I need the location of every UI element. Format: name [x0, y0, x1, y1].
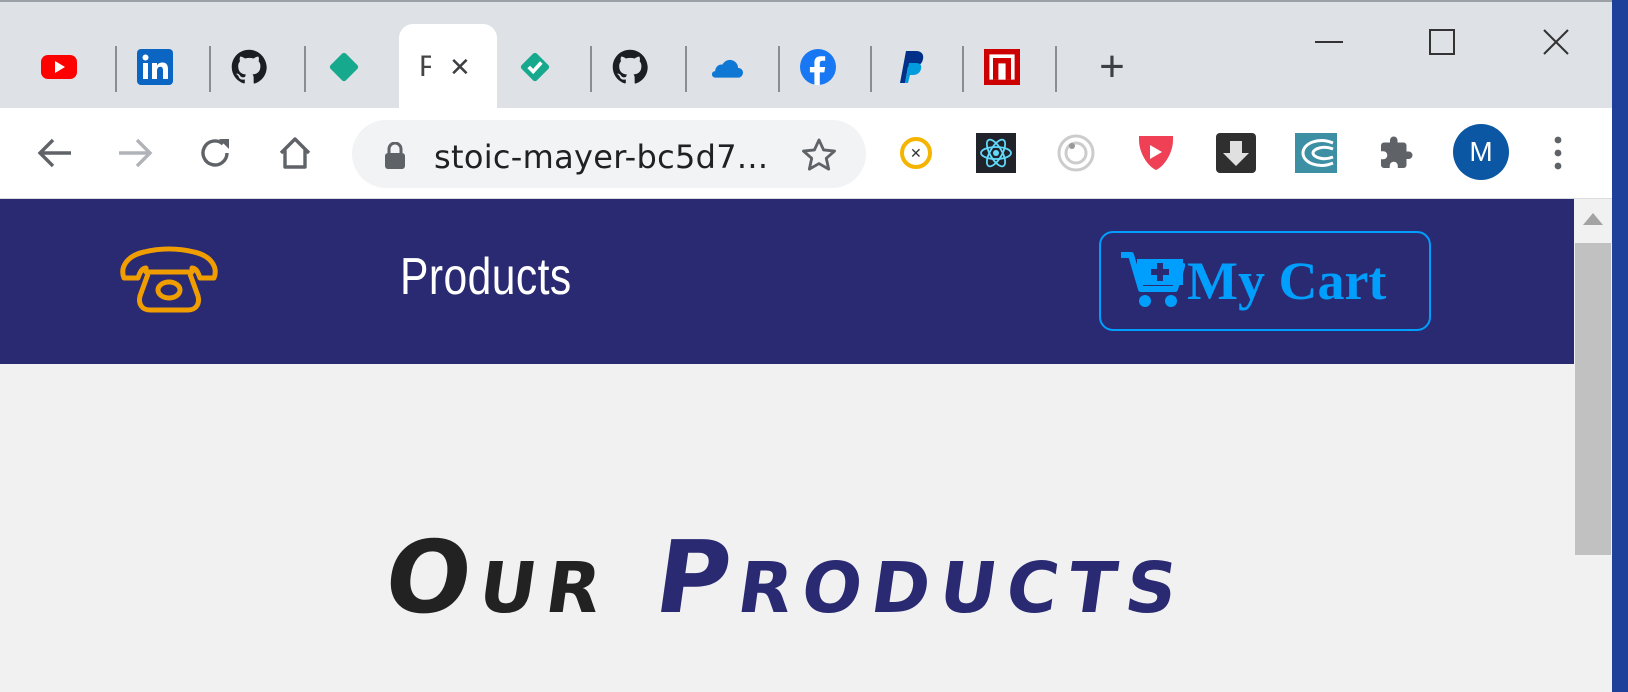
- netlify-n-icon: [984, 49, 1020, 85]
- tab-red-n[interactable]: [955, 24, 1049, 110]
- tab-title: P: [419, 50, 431, 83]
- onedrive-icon: [707, 49, 743, 85]
- reload-icon: [201, 139, 229, 167]
- profile-initial: M: [1469, 136, 1493, 167]
- wave-icon: [1295, 133, 1337, 173]
- heading-word-products: Products: [648, 519, 1197, 636]
- tab-onedrive[interactable]: [678, 24, 772, 110]
- close-icon: [1543, 29, 1569, 55]
- tab-check-diamond[interactable]: [488, 24, 582, 110]
- site-navbar: Products My Cart: [0, 199, 1574, 364]
- minimize-button[interactable]: [1299, 20, 1359, 64]
- tab-linkedin[interactable]: [108, 24, 202, 110]
- react-devtools-icon: [976, 133, 1016, 173]
- linkedin-icon: [137, 49, 173, 85]
- phone-icon[interactable]: [118, 246, 220, 319]
- pocket-icon: [1139, 136, 1173, 170]
- tab-close-icon[interactable]: ✕: [449, 52, 471, 83]
- tab-github[interactable]: [202, 24, 296, 110]
- tab-active[interactable]: P ✕: [399, 24, 497, 110]
- page-scrollbar[interactable]: [1574, 199, 1612, 692]
- tab-separator: [1055, 46, 1057, 92]
- puzzle-icon: [1381, 136, 1413, 168]
- teal-diamond-icon: [326, 49, 362, 85]
- pocket-extension[interactable]: [1135, 132, 1177, 174]
- star-icon[interactable]: [800, 136, 838, 179]
- tab-teal-diamond[interactable]: [297, 24, 391, 110]
- extensions-button[interactable]: [1375, 132, 1417, 174]
- forward-arrow-icon: [119, 138, 153, 168]
- close-window-button[interactable]: [1526, 20, 1586, 64]
- forward-button[interactable]: [112, 130, 158, 176]
- reload-button[interactable]: [192, 130, 238, 176]
- lock-icon[interactable]: [384, 141, 406, 175]
- circle-target-icon: [1057, 134, 1095, 172]
- page-heading: Our Products: [0, 519, 1574, 636]
- tab-github-2[interactable]: [583, 24, 677, 110]
- tab-facebook[interactable]: [771, 24, 865, 110]
- wave-extension[interactable]: [1295, 132, 1337, 174]
- target-extension[interactable]: [1055, 132, 1097, 174]
- check-diamond-icon: [517, 49, 553, 85]
- axe-icon: ✕: [900, 137, 932, 169]
- scrollbar-thumb[interactable]: [1575, 243, 1611, 555]
- browser-toolbar: stoic-mayer-bc5d7... ✕ M: [0, 108, 1612, 199]
- scroll-up-button[interactable]: [1574, 199, 1612, 239]
- react-devtools-extension[interactable]: [975, 132, 1017, 174]
- heading-word-our: Our: [377, 519, 621, 636]
- scroll-up-arrow-icon: [1583, 213, 1603, 225]
- minimize-icon: [1315, 41, 1343, 43]
- menu-button[interactable]: [1537, 132, 1579, 174]
- github-icon: [231, 49, 267, 85]
- browser-window: P ✕ + stoic-mayer-bc5d7... ✕ M Products …: [0, 0, 1612, 692]
- profile-avatar[interactable]: M: [1453, 124, 1509, 180]
- url-text[interactable]: stoic-mayer-bc5d7...: [434, 138, 768, 176]
- download-icon: [1216, 133, 1256, 173]
- paypal-icon: [892, 49, 928, 85]
- cart-plus-icon: [1121, 249, 1186, 314]
- home-button[interactable]: [272, 130, 318, 176]
- back-arrow-icon: [37, 138, 71, 168]
- home-icon: [279, 137, 311, 169]
- web-page: Products My Cart Our Products: [0, 199, 1574, 692]
- svg-text:✕: ✕: [910, 146, 922, 162]
- maximize-icon: [1429, 29, 1455, 55]
- github-icon: [612, 49, 648, 85]
- tab-youtube[interactable]: [12, 24, 106, 110]
- kebab-menu-icon: [1554, 136, 1562, 170]
- cart-label: My Cart: [1187, 251, 1387, 311]
- facebook-icon: [800, 49, 836, 85]
- my-cart-button[interactable]: My Cart: [1099, 231, 1431, 331]
- tab-paypal[interactable]: [863, 24, 957, 110]
- plus-icon: +: [1099, 42, 1125, 91]
- address-bar[interactable]: stoic-mayer-bc5d7...: [352, 120, 866, 188]
- new-tab-button[interactable]: +: [1065, 24, 1159, 110]
- back-button[interactable]: [32, 130, 78, 176]
- axe-extension[interactable]: ✕: [895, 132, 937, 174]
- download-extension[interactable]: [1215, 132, 1257, 174]
- tab-strip: P ✕ +: [0, 0, 1612, 110]
- nav-products-link[interactable]: Products: [400, 247, 572, 307]
- maximize-button[interactable]: [1412, 20, 1472, 64]
- youtube-icon: [41, 49, 77, 85]
